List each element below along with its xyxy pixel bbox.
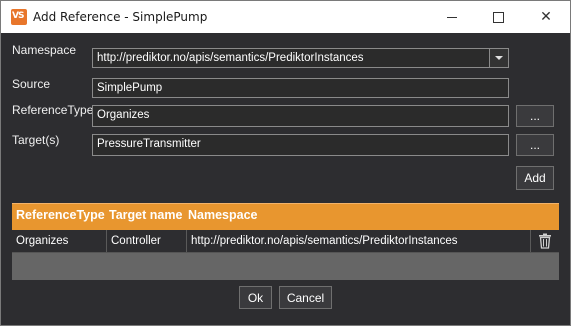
grid-header: ReferenceType Target name Namespace (12, 203, 559, 230)
targets-value: PressureTransmitter (97, 138, 201, 150)
namespace-label: Namespace (12, 43, 77, 57)
reference-type-field[interactable]: Organizes (92, 105, 509, 127)
ok-button[interactable]: Ok (239, 286, 272, 309)
column-header-target-name[interactable]: Target name (109, 208, 182, 222)
cell-reference-type: Organizes (12, 230, 107, 252)
maximize-button[interactable] (475, 1, 521, 33)
column-header-namespace[interactable]: Namespace (188, 208, 258, 222)
source-label: Source (12, 77, 51, 91)
trash-icon (539, 233, 551, 249)
cell-target-name: Controller (107, 230, 187, 252)
targets-label: Target(s) (12, 133, 60, 147)
table-row[interactable]: Organizes Controller http://prediktor.no… (12, 230, 559, 253)
cell-namespace: http://prediktor.no/apis/semantics/Predi… (187, 230, 531, 252)
targets-browse-button[interactable]: ... (516, 134, 554, 156)
reference-type-browse-button[interactable]: ... (516, 105, 554, 127)
close-icon: ✕ (540, 9, 552, 25)
reference-type-value: Organizes (97, 109, 150, 121)
source-value: SimplePump (97, 82, 163, 94)
chevron-down-icon[interactable] (489, 49, 508, 67)
vs-app-icon (11, 9, 27, 25)
window-title: Add Reference - SimplePump (33, 10, 208, 24)
source-field[interactable]: SimplePump (92, 78, 509, 98)
maximize-icon (492, 11, 504, 23)
targets-field[interactable]: PressureTransmitter (92, 134, 509, 156)
minimize-button[interactable] (429, 1, 475, 33)
add-button[interactable]: Add (516, 166, 554, 190)
namespace-combobox[interactable]: http://prediktor.no/apis/semantics/Predi… (92, 48, 509, 68)
cancel-button[interactable]: Cancel (279, 286, 332, 309)
delete-row-button[interactable] (531, 230, 559, 252)
title-bar[interactable]: Add Reference - SimplePump ✕ (1, 1, 570, 33)
close-button[interactable]: ✕ (523, 1, 569, 33)
column-header-reference-type[interactable]: ReferenceType (16, 208, 105, 222)
add-reference-dialog: Add Reference - SimplePump ✕ Namespace h… (0, 0, 571, 326)
namespace-value: http://prediktor.no/apis/semantics/Predi… (97, 52, 364, 64)
reference-type-label: ReferenceType (12, 103, 94, 117)
dialog-content: Namespace http://prediktor.no/apis/seman… (1, 33, 570, 325)
minimize-icon (447, 16, 457, 18)
references-grid: ReferenceType Target name Namespace Orga… (12, 203, 559, 280)
